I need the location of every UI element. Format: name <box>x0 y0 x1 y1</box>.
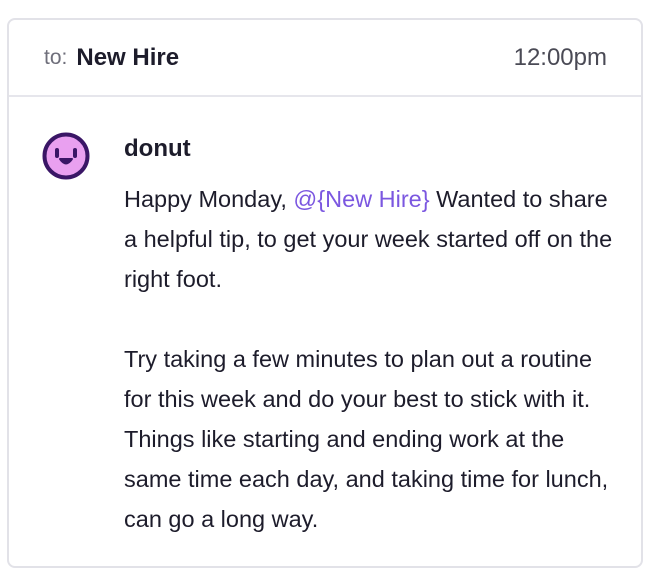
message-preview-card: to: New Hire 12:00pm donut Happy Monday,… <box>7 18 643 568</box>
message-text: Happy Monday, @{New Hire} Wanted to shar… <box>124 179 624 539</box>
to-label: to: <box>44 45 68 69</box>
message-paragraph-1: Happy Monday, @{New Hire} Wanted to shar… <box>124 179 624 299</box>
send-time: 12:00pm <box>513 43 607 71</box>
sender-name: donut <box>124 135 191 162</box>
mention-tag[interactable]: @{New Hire} <box>293 186 429 212</box>
recipient-name: New Hire <box>76 43 180 71</box>
message-header: to: New Hire 12:00pm <box>9 20 641 97</box>
greeting-text: Happy Monday, <box>124 186 294 212</box>
message-paragraph-2: Try taking a few minutes to plan out a r… <box>124 346 609 532</box>
donut-face-icon <box>42 132 90 180</box>
